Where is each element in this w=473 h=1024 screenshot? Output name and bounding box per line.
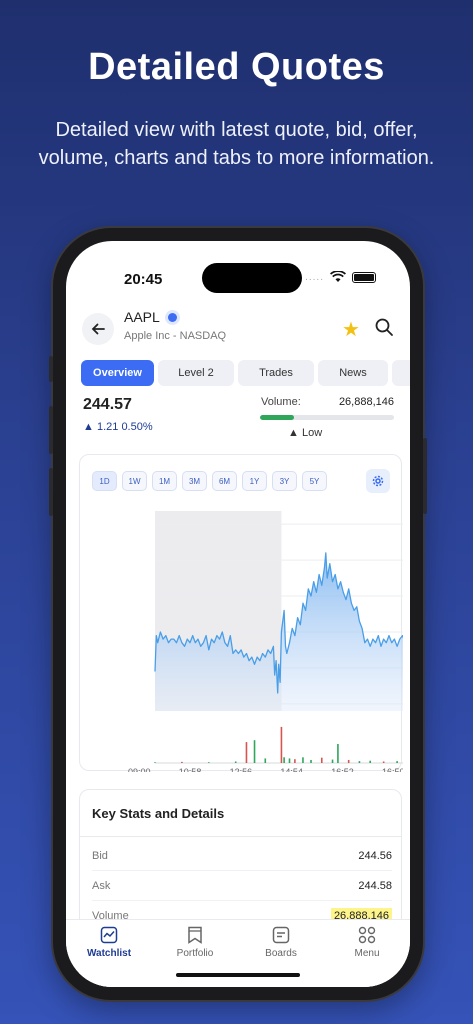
stat-label: Bid — [92, 849, 108, 862]
bookmark-icon — [188, 926, 202, 944]
nav-menu[interactable]: Menu — [324, 920, 410, 987]
price-change: ▲ 1.21 0.50% — [83, 421, 153, 433]
x-tick-label: 12:56 — [230, 767, 253, 772]
dynamic-island — [202, 263, 302, 293]
star-icon[interactable]: ★ — [342, 317, 360, 342]
volume-bar — [331, 759, 334, 763]
volume-bar — [320, 757, 323, 763]
nav-label: Watchlist — [86, 948, 132, 959]
change-value: 1.21 — [96, 421, 119, 433]
volume-bar — [181, 761, 183, 763]
phone-frame: 20:45 ..... AAPL Apple Inc - NASDAQ ★ Ov… — [49, 228, 427, 1000]
volume-level-bar — [260, 415, 394, 420]
volume-value: 26,888,146 — [338, 396, 394, 408]
volume-bar — [264, 758, 267, 763]
phone-side-button — [423, 438, 427, 514]
wifi-icon — [330, 271, 346, 282]
nav-label: Boards — [265, 948, 297, 959]
volume-bar — [337, 744, 339, 763]
change-percent: 0.50% — [121, 421, 153, 433]
x-tick-label: 16:52 — [331, 767, 354, 772]
stats-title: Key Stats and Details — [92, 806, 225, 821]
status-icons: ..... — [305, 271, 376, 283]
volume-bar — [294, 759, 296, 763]
back-button[interactable] — [82, 313, 114, 345]
search-icon[interactable] — [374, 317, 394, 337]
price-chart[interactable]: 24824724624524424309:0010:5812:5614:5416… — [80, 455, 403, 772]
message-icon — [272, 926, 290, 944]
status-time: 20:45 — [124, 271, 163, 288]
tab-more[interactable] — [392, 360, 410, 386]
volume-bar — [283, 757, 285, 763]
volume-bar — [396, 761, 398, 763]
stat-label: Ask — [92, 879, 111, 892]
app-screen: 20:45 ..... AAPL Apple Inc - NASDAQ ★ Ov… — [66, 241, 410, 987]
volume-bar — [280, 726, 283, 763]
tab-news[interactable]: News — [318, 360, 388, 386]
volume-label: Volume: — [261, 396, 301, 408]
ticker-text: AAPL — [124, 309, 160, 325]
tab-overview[interactable]: Overview — [81, 360, 154, 386]
volume-bar — [154, 762, 156, 763]
live-dot-icon — [167, 313, 177, 322]
tab-level-2[interactable]: Level 2 — [158, 360, 234, 386]
volume-level: ▲ Low — [288, 427, 322, 439]
volume-level-fill — [260, 415, 294, 420]
company-name: Apple Inc - NASDAQ — [124, 330, 227, 342]
phone-side-button — [49, 468, 53, 516]
last-price: 244.57 — [83, 396, 132, 413]
volume-bar — [382, 761, 385, 763]
volume-bar — [310, 759, 312, 763]
volume-bar — [302, 757, 304, 763]
x-tick-label: 09:00 — [128, 767, 151, 772]
signal-dots: ..... — [305, 271, 324, 283]
stat-row-bid: Bid 244.56 — [92, 841, 392, 871]
volume-level-text: Low — [301, 427, 323, 439]
volume-bar — [288, 758, 291, 763]
volume-bar — [358, 761, 361, 763]
stat-value: 244.56 — [358, 849, 392, 862]
tab-bar: Overview Level 2 Trades News — [81, 360, 410, 386]
x-tick-label: 16:50 — [382, 767, 403, 772]
home-indicator — [176, 973, 300, 977]
stat-value: 244.58 — [358, 879, 392, 892]
nav-watchlist[interactable]: Watchlist — [66, 920, 152, 987]
x-tick-label: 10:58 — [179, 767, 202, 772]
volume-bar — [369, 760, 371, 763]
chart-icon — [100, 926, 118, 944]
promo-title: Detailed Quotes — [88, 46, 385, 88]
back-arrow-icon — [91, 323, 105, 335]
volume-bar — [208, 762, 210, 763]
battery-icon — [352, 271, 376, 283]
ticker-symbol: AAPL — [124, 309, 177, 325]
nav-label: Menu — [354, 948, 380, 959]
grid-icon — [358, 926, 376, 944]
volume-bar — [347, 759, 350, 763]
nav-label: Portfolio — [176, 948, 214, 959]
chart-card: 1D1W1M3M6M1Y3Y5Y 24824724624524424309:00… — [79, 454, 403, 772]
tab-trades[interactable]: Trades — [238, 360, 314, 386]
phone-side-button — [49, 406, 53, 454]
up-triangle-icon: ▲ — [288, 427, 302, 439]
up-triangle-icon: ▲ — [83, 421, 97, 433]
promo-subtitle: Detailed view with latest quote, bid, of… — [38, 119, 435, 169]
volume-bar — [234, 761, 237, 763]
phone-side-button — [49, 356, 53, 382]
volume-bar — [245, 742, 248, 763]
volume-bar — [253, 740, 256, 763]
x-tick-label: 14:54 — [280, 767, 303, 772]
stats-divider — [80, 836, 401, 837]
stat-row-ask: Ask 244.58 — [92, 871, 392, 901]
